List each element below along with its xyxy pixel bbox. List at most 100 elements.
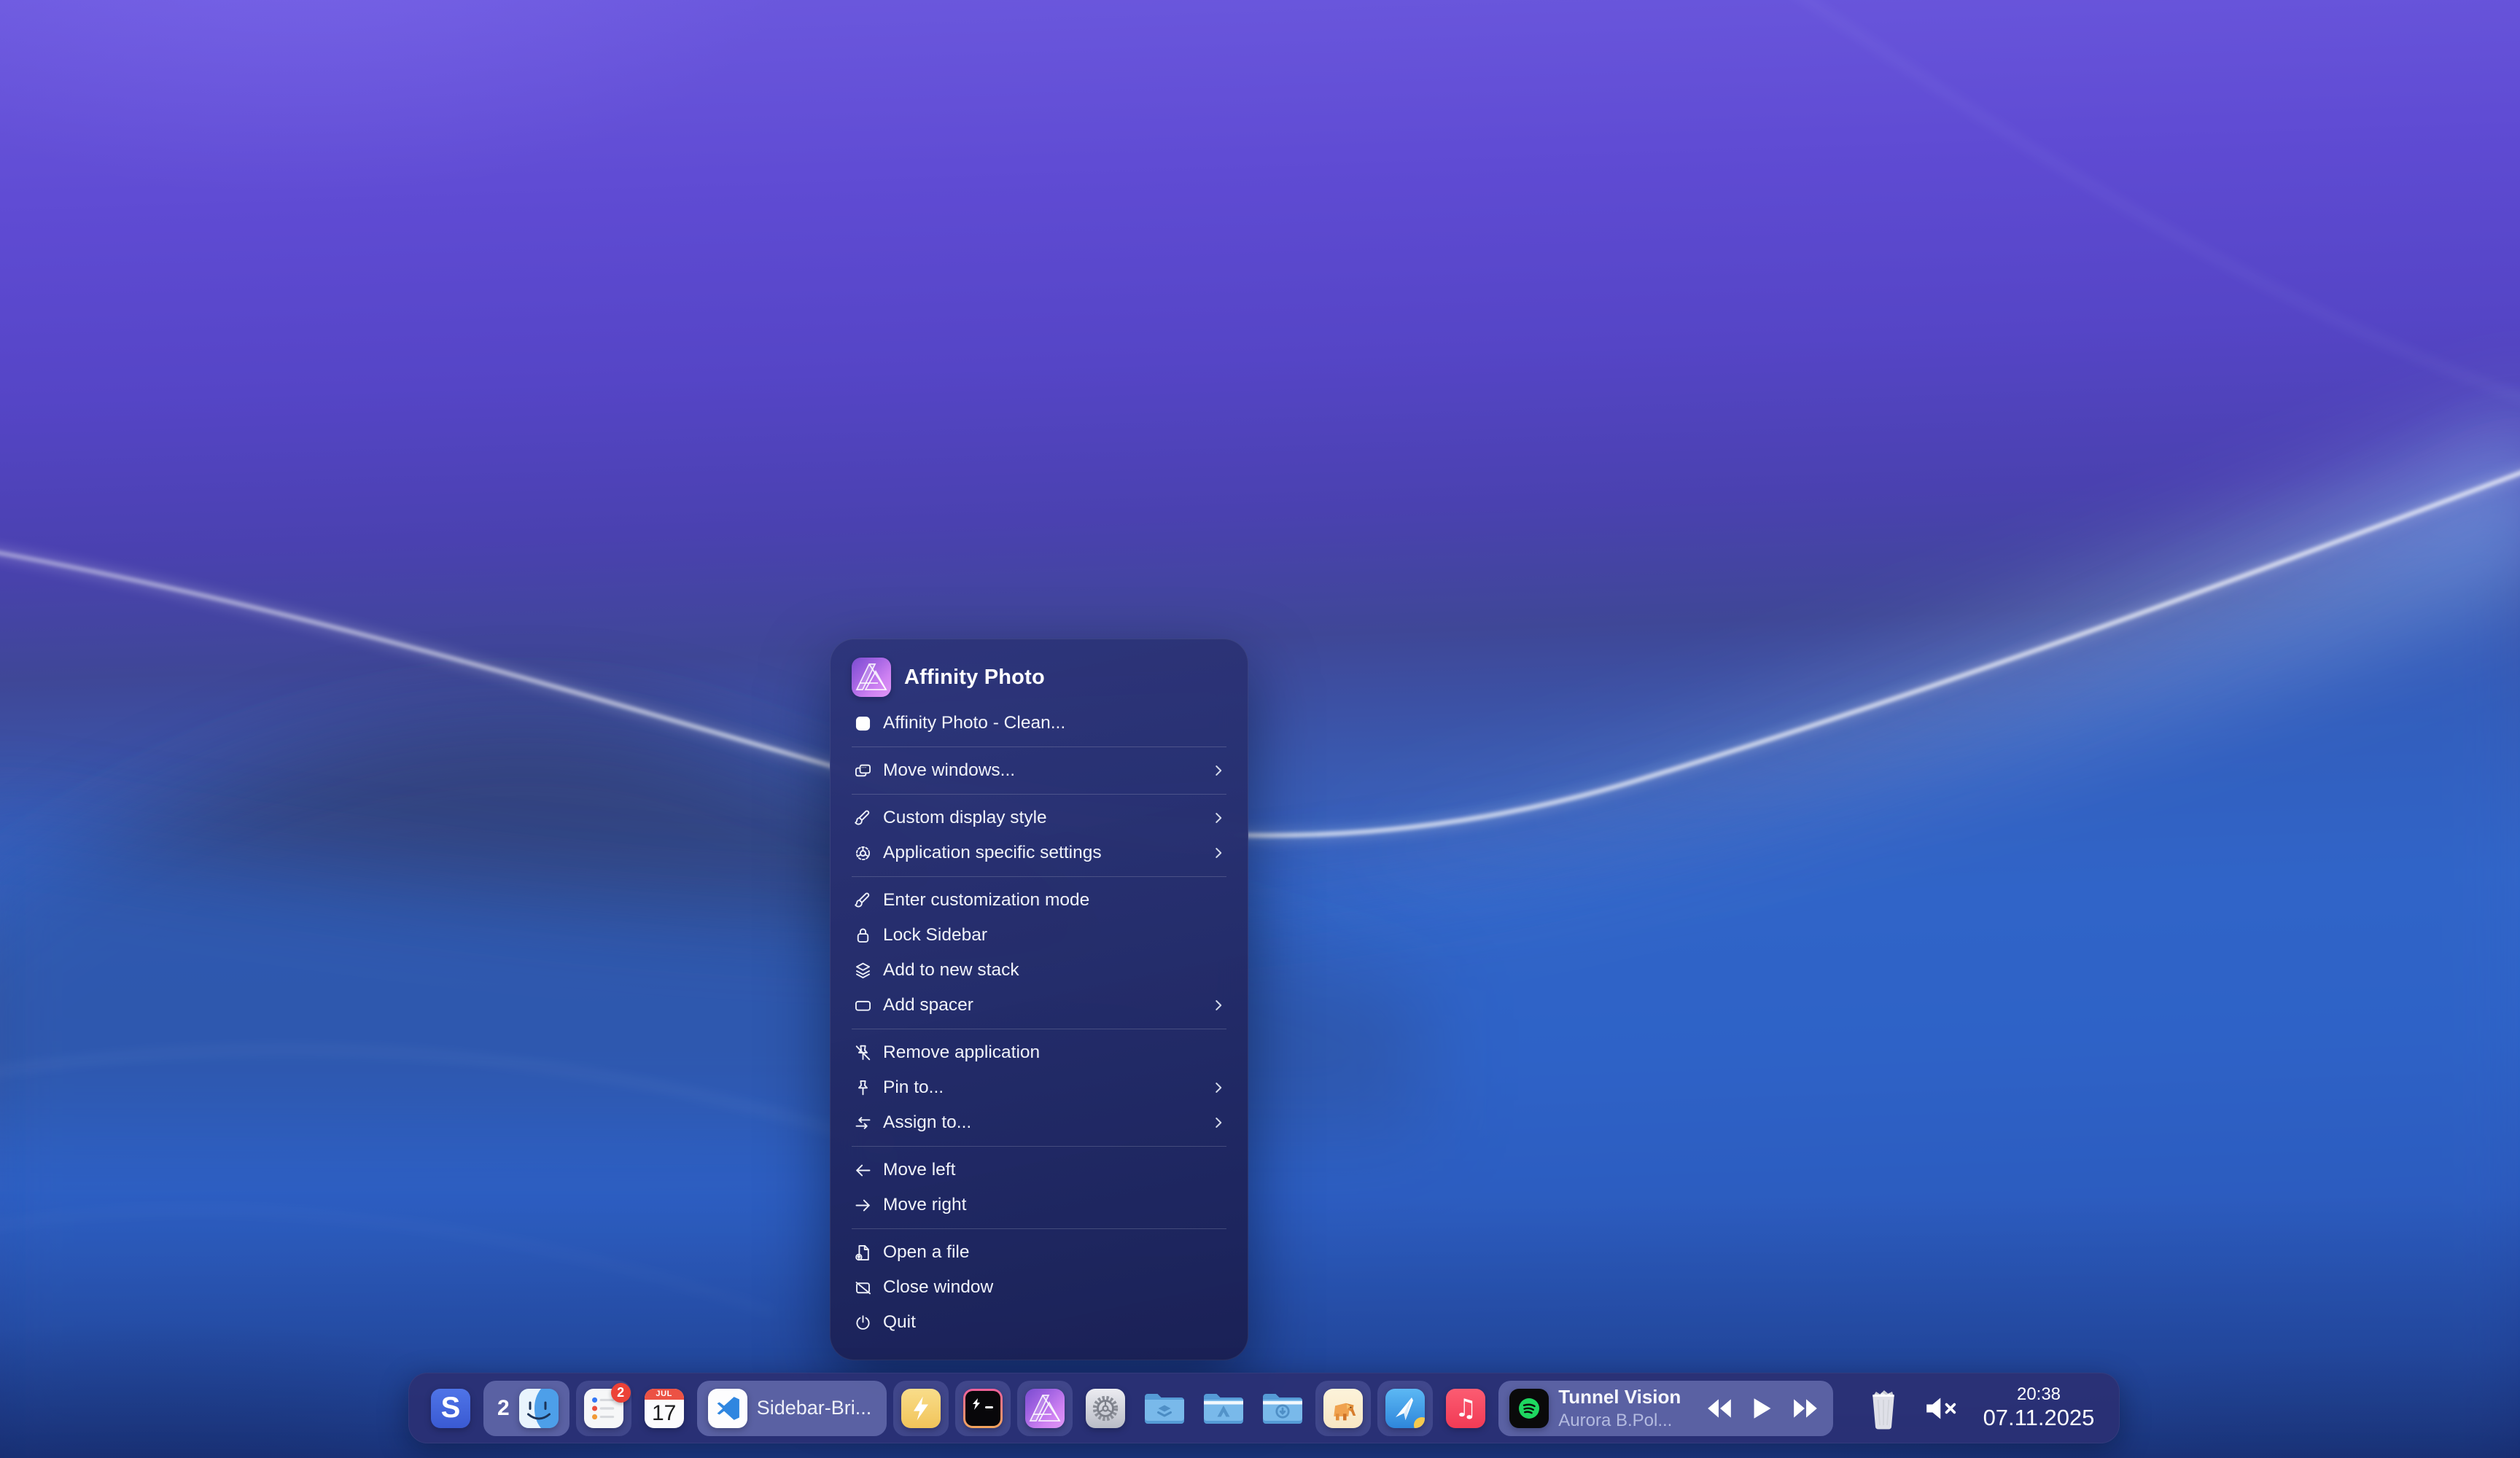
dock-item-lightning-app[interactable]: [893, 1373, 949, 1443]
window-count: 2: [494, 1396, 510, 1421]
now-playing-title: Tunnel Vision: [1558, 1386, 1693, 1408]
trash-icon: [1867, 1387, 1900, 1430]
pin-icon: [852, 1078, 874, 1098]
calendar-day: 17: [645, 1400, 684, 1428]
dock-item-calendar[interactable]: JUL 17: [638, 1373, 691, 1443]
spacer-icon: [852, 996, 874, 1015]
dock-item-origami-elephant-app[interactable]: [1315, 1373, 1371, 1443]
menu-separator: [852, 794, 1226, 795]
arrow-right-icon: [852, 1196, 874, 1215]
menu-separator: [852, 1228, 1226, 1229]
context-menu-header: Affinity Photo: [830, 655, 1248, 706]
menu-item-label: Application specific settings: [883, 843, 1201, 863]
menu-item-open-a-file[interactable]: Open a file: [830, 1235, 1248, 1270]
rewind-button[interactable]: [1703, 1386, 1736, 1431]
folder-applications-icon: [1202, 1390, 1245, 1427]
paintbrush-icon: [852, 891, 874, 911]
menu-item-label: Remove application: [883, 1042, 1226, 1063]
desktop: Affinity Photo Affinity Photo - Clean...…: [0, 0, 2520, 1458]
menu-sections: Move windows... Custom display style Appli…: [830, 753, 1248, 1340]
dock-item-spark-mail[interactable]: [1377, 1373, 1433, 1443]
dock-item-sidebar-app[interactable]: S: [424, 1373, 477, 1443]
running-app-tile: [955, 1381, 1011, 1436]
music-note-icon: ♫: [1446, 1389, 1485, 1428]
menu-item-label: Lock Sidebar: [883, 925, 1226, 946]
menu-item-enter-customization-mode[interactable]: Enter customization mode: [830, 883, 1248, 918]
dock-item-affinity-photo[interactable]: [1017, 1373, 1073, 1443]
calendar-icon: JUL 17: [645, 1389, 684, 1428]
window-group-tile: 2: [483, 1381, 569, 1436]
now-playing-artist: Aurora B.Pol...: [1558, 1411, 1693, 1431]
menu-item-pin-to[interactable]: Pin to...: [830, 1070, 1248, 1105]
dock-context-menu: Affinity Photo Affinity Photo - Clean...…: [830, 639, 1248, 1360]
dock-item-downloads-folder[interactable]: [1256, 1373, 1309, 1443]
dock-item-terminal[interactable]: [955, 1373, 1011, 1443]
menu-item-label: Close window: [883, 1277, 1226, 1298]
gear-app-icon: [1086, 1389, 1125, 1428]
dock-item-trash[interactable]: [1857, 1373, 1910, 1443]
menu-item-label: Add to new stack: [883, 960, 1226, 981]
menu-separator: [852, 746, 1226, 747]
fast-forward-button[interactable]: [1789, 1386, 1822, 1431]
menu-item-close-window[interactable]: Close window: [830, 1270, 1248, 1305]
dock-item-apple-music[interactable]: ♫: [1439, 1373, 1492, 1443]
chevron-right-icon: [1210, 845, 1226, 861]
dock-item-volume-muted[interactable]: [1916, 1373, 1969, 1443]
menu-item-label: Move windows...: [883, 760, 1201, 781]
dock-item-applications-folder[interactable]: [1197, 1373, 1250, 1443]
origami-elephant-icon: [1323, 1389, 1363, 1428]
context-menu-app-title: Affinity Photo: [904, 666, 1045, 690]
open-file-icon: [852, 1243, 874, 1263]
dock-item-clock[interactable]: 20:38 07.11.2025: [1975, 1373, 2104, 1443]
menu-item-lock-sidebar[interactable]: Lock Sidebar: [830, 918, 1248, 953]
menu-item-affinity-photo-clean-window[interactable]: Affinity Photo - Clean...: [830, 706, 1248, 741]
running-app-tile: [1377, 1381, 1433, 1436]
clock-time: 20:38: [2017, 1385, 2061, 1404]
chevron-right-icon: [1210, 997, 1226, 1013]
menu-item-add-spacer[interactable]: Add spacer: [830, 988, 1248, 1023]
window-group-tile: Sidebar-Bri...: [697, 1381, 887, 1436]
menu-separator: [852, 1146, 1226, 1147]
close-window-icon: [852, 1278, 874, 1298]
lightning-icon: [901, 1389, 941, 1428]
vscode-icon: [708, 1389, 747, 1428]
dock-item-finder-windows[interactable]: 2: [483, 1373, 569, 1443]
dock-item-stack-folder[interactable]: [1138, 1373, 1191, 1443]
menu-item-add-to-new-stack[interactable]: Add to new stack: [830, 953, 1248, 988]
now-playing-widget[interactable]: Tunnel Vision Aurora B.Pol...: [1498, 1381, 1833, 1436]
dock-item-system-settings[interactable]: [1079, 1373, 1132, 1443]
play-button[interactable]: [1746, 1386, 1779, 1431]
menu-item-label: Move right: [883, 1195, 1226, 1215]
chevron-right-icon: [1210, 1115, 1226, 1131]
menu-item-move-windows[interactable]: Move windows...: [830, 753, 1248, 788]
dock: S 22 JUL 17 Sidebar-Bri...♫ Tunnel Visio…: [408, 1373, 2120, 1443]
running-app-tile: 2: [576, 1381, 631, 1436]
menu-item-custom-display-style[interactable]: Custom display style: [830, 800, 1248, 835]
dock-item-reminders[interactable]: 2: [576, 1373, 631, 1443]
swap-arrows-icon: [852, 1113, 874, 1133]
menu-item-assign-to[interactable]: Assign to...: [830, 1105, 1248, 1140]
menu-item-move-right[interactable]: Move right: [830, 1188, 1248, 1223]
menu-item-label: Custom display style: [883, 808, 1201, 828]
reminders-icon: 2: [584, 1389, 623, 1428]
speaker-muted-icon: [1924, 1394, 1961, 1423]
spotify-icon: [1509, 1389, 1549, 1428]
notification-badge: 2: [611, 1383, 631, 1403]
clock-date: 07.11.2025: [1983, 1405, 2095, 1431]
move-windows-icon: [852, 761, 874, 781]
affinity-photo-icon: [852, 658, 891, 697]
pin-slash-icon: [852, 1043, 874, 1063]
menu-item-quit[interactable]: Quit: [830, 1305, 1248, 1340]
arrow-left-icon: [852, 1161, 874, 1180]
menu-item-remove-application[interactable]: Remove application: [830, 1035, 1248, 1070]
dock-item-vscode-window[interactable]: Sidebar-Bri...: [697, 1373, 887, 1443]
chevron-right-icon: [1210, 1080, 1226, 1096]
folder-stack-icon: [1143, 1390, 1186, 1427]
menu-separator: [852, 876, 1226, 877]
finder-icon: [519, 1389, 559, 1428]
paintbrush-icon: [852, 808, 874, 828]
menu-item-application-specific-settings[interactable]: Application specific settings: [830, 835, 1248, 870]
menu-item-label: Open a file: [883, 1242, 1226, 1263]
menu-item-move-left[interactable]: Move left: [830, 1153, 1248, 1188]
menu-item-label: Assign to...: [883, 1112, 1201, 1133]
